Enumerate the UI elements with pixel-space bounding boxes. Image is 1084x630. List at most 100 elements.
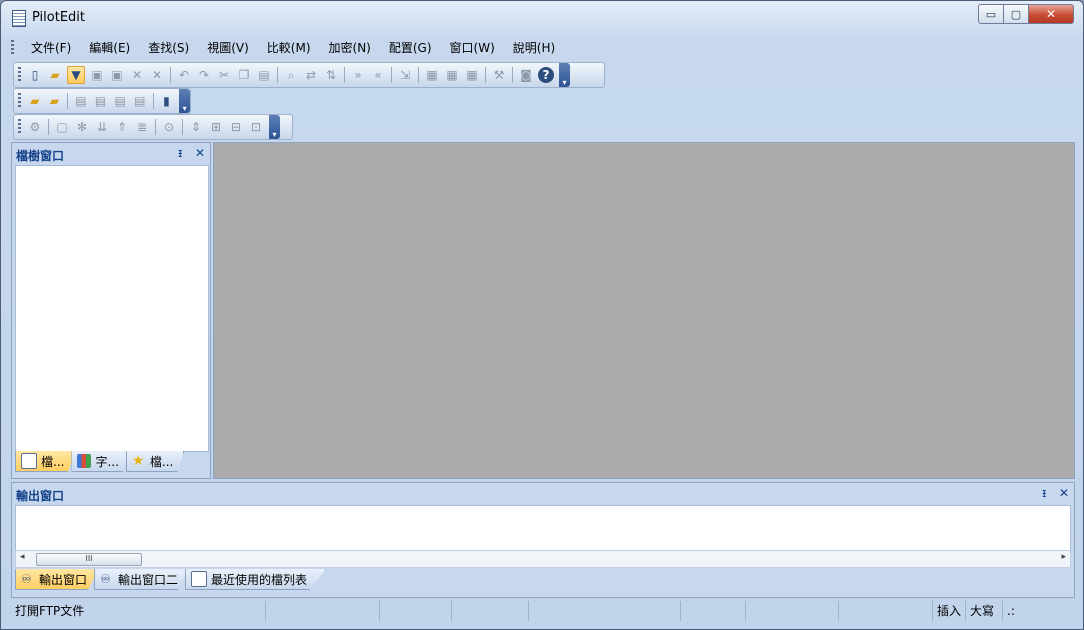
window-controls: ▭ ▢ ✕ <box>978 4 1074 24</box>
close-panel-icon[interactable]: ✕ <box>1059 486 1069 500</box>
toolbar-options-button[interactable]: ▾ <box>269 115 280 139</box>
cut-icon[interactable]: ✂ <box>216 67 232 83</box>
find-icon[interactable]: ⌕ <box>283 67 299 83</box>
minimize-button[interactable]: ▭ <box>978 4 1004 24</box>
file-tree-title: 檔樹窗口 <box>16 149 65 163</box>
toolbar-grip[interactable] <box>18 119 21 135</box>
menu-help[interactable]: 說明(H) <box>504 37 564 59</box>
save-all-icon[interactable]: ▣ <box>109 67 125 83</box>
help-icon[interactable]: ? <box>538 67 554 83</box>
next-icon[interactable]: » <box>350 67 366 83</box>
minus-icon[interactable]: ⊟ <box>228 119 244 135</box>
ftp-lock-icon[interactable]: ▮ <box>159 93 175 109</box>
close-all-icon[interactable]: ✕ <box>149 67 165 83</box>
menu-file[interactable]: 文件(F) <box>22 37 80 59</box>
paste-icon[interactable]: ▤ <box>256 67 272 83</box>
tab-favorites[interactable]: ★ 檔... <box>125 451 185 472</box>
ftp-a-icon[interactable]: ▤ <box>73 93 89 109</box>
scroll-thumb[interactable]: III <box>36 553 142 566</box>
sort-az-icon[interactable]: ⇊ <box>94 119 110 135</box>
tab-output-1[interactable]: ♾ 輸出窗口 <box>15 569 99 590</box>
output-title: 輸出窗口 <box>16 489 65 503</box>
ftp-d-icon[interactable]: ▤ <box>132 93 148 109</box>
status-insert-mode: 插入 <box>933 601 966 621</box>
editor-area[interactable] <box>213 142 1075 479</box>
menubar-grip[interactable] <box>11 40 14 56</box>
menu-config[interactable]: 配置(G) <box>380 37 441 59</box>
menu-search[interactable]: 查找(S) <box>139 37 198 59</box>
move-up-icon[interactable]: ⇑ <box>114 119 130 135</box>
settings-icon[interactable]: ⚙ <box>27 119 43 135</box>
save-icon[interactable]: ▣ <box>89 67 105 83</box>
grid3-icon[interactable]: ▦ <box>464 67 480 83</box>
redo-icon[interactable]: ↷ <box>196 67 212 83</box>
gear-icon[interactable]: ✻ <box>74 119 90 135</box>
menu-view[interactable]: 視圖(V) <box>198 37 258 59</box>
close-icon[interactable]: ✕ <box>129 67 145 83</box>
zoom-icon[interactable]: ⊙ <box>161 119 177 135</box>
close-panel-icon[interactable]: ✕ <box>195 146 205 160</box>
ftp-c-icon[interactable]: ▤ <box>112 93 128 109</box>
title-bar[interactable]: PilotEdit ▭ ▢ ✕ <box>1 1 1083 33</box>
tab-label: 最近使用的檔列表 <box>211 572 308 587</box>
open-folder-icon[interactable]: ▰ <box>47 67 63 83</box>
file-tree-view[interactable] <box>15 165 209 452</box>
close-button[interactable]: ✕ <box>1029 4 1074 24</box>
tab-file-tree[interactable]: 檔... <box>15 451 76 472</box>
toolbar-options-button[interactable]: ▾ <box>179 89 190 113</box>
output-panel: 輸出窗口 ᵻ ✕ ◂ III ▸ ♾ 輸出窗口 ♾ 輸出窗口二 最近使用的檔列表 <box>11 482 1075 598</box>
tools-icon[interactable]: ⚒ <box>491 67 507 83</box>
scroll-left-icon[interactable]: ◂ <box>20 552 25 562</box>
status-pane <box>746 601 839 621</box>
collapse-icon[interactable]: ⊡ <box>248 119 264 135</box>
tab-recent-files[interactable]: 最近使用的檔列表 <box>185 569 327 590</box>
ftp-disconnect-icon[interactable]: ▰ <box>47 93 63 109</box>
output-tabs: ♾ 輸出窗口 ♾ 輸出窗口二 最近使用的檔列表 <box>15 569 327 590</box>
resize-grip[interactable]: .: <box>1003 601 1021 621</box>
toolbar-options-button[interactable]: ▾ <box>559 63 570 87</box>
goto-icon[interactable]: ⇲ <box>397 67 413 83</box>
sort-icon[interactable]: ⇅ <box>323 67 339 83</box>
toolbar-separator <box>67 93 69 109</box>
replace-icon[interactable]: ⇄ <box>303 67 319 83</box>
pin-icon[interactable]: ᵻ <box>1042 486 1046 500</box>
tab-function-list[interactable]: 字... <box>71 451 130 472</box>
indent-icon[interactable]: ≣ <box>134 119 150 135</box>
record-icon[interactable]: ◙ <box>518 67 534 83</box>
tab-output-2[interactable]: ♾ 輸出窗口二 <box>94 569 190 590</box>
expand-icon[interactable]: ⇕ <box>188 119 204 135</box>
document-icon <box>12 10 26 27</box>
toolbar-separator <box>344 67 345 83</box>
plus-icon[interactable]: ⊞ <box>208 119 224 135</box>
menu-window[interactable]: 窗口(W) <box>441 37 504 59</box>
pin-icon[interactable]: ᵻ <box>178 146 182 160</box>
new-folder-icon[interactable]: ▢ <box>54 119 70 135</box>
menu-edit[interactable]: 編輯(E) <box>80 37 139 59</box>
toolbar-separator <box>48 119 49 135</box>
maximize-button[interactable]: ▢ <box>1004 4 1029 24</box>
grid1-icon[interactable]: ▦ <box>424 67 440 83</box>
grid2-icon[interactable]: ▦ <box>444 67 460 83</box>
horizontal-scrollbar[interactable]: ◂ III ▸ <box>15 550 1071 568</box>
toolbar-separator <box>152 93 154 109</box>
scroll-right-icon[interactable]: ▸ <box>1061 552 1066 562</box>
menu-encrypt[interactable]: 加密(N) <box>320 37 380 59</box>
tab-label: 字... <box>95 454 119 469</box>
menu-compare[interactable]: 比較(M) <box>258 37 320 59</box>
open-ftp-icon[interactable]: ▼ <box>67 66 85 84</box>
toolbar-separator <box>170 67 171 83</box>
toolbar-grip[interactable] <box>18 93 21 109</box>
ftp-b-icon[interactable]: ▤ <box>93 93 109 109</box>
chart-icon <box>77 454 92 468</box>
new-file-icon[interactable]: ▯ <box>27 67 43 83</box>
previous-icon[interactable]: « <box>370 67 386 83</box>
binoculars-icon: ♾ <box>21 572 32 586</box>
status-pane <box>529 601 681 621</box>
copy-icon[interactable]: ❐ <box>236 67 252 83</box>
binoculars-icon: ♾ <box>100 572 111 586</box>
ftp-connect-icon[interactable]: ▰ <box>27 93 43 109</box>
recent-files-icon <box>191 571 208 587</box>
output-text-area[interactable] <box>15 505 1071 551</box>
undo-icon[interactable]: ↶ <box>176 67 192 83</box>
toolbar-grip[interactable] <box>18 67 21 83</box>
